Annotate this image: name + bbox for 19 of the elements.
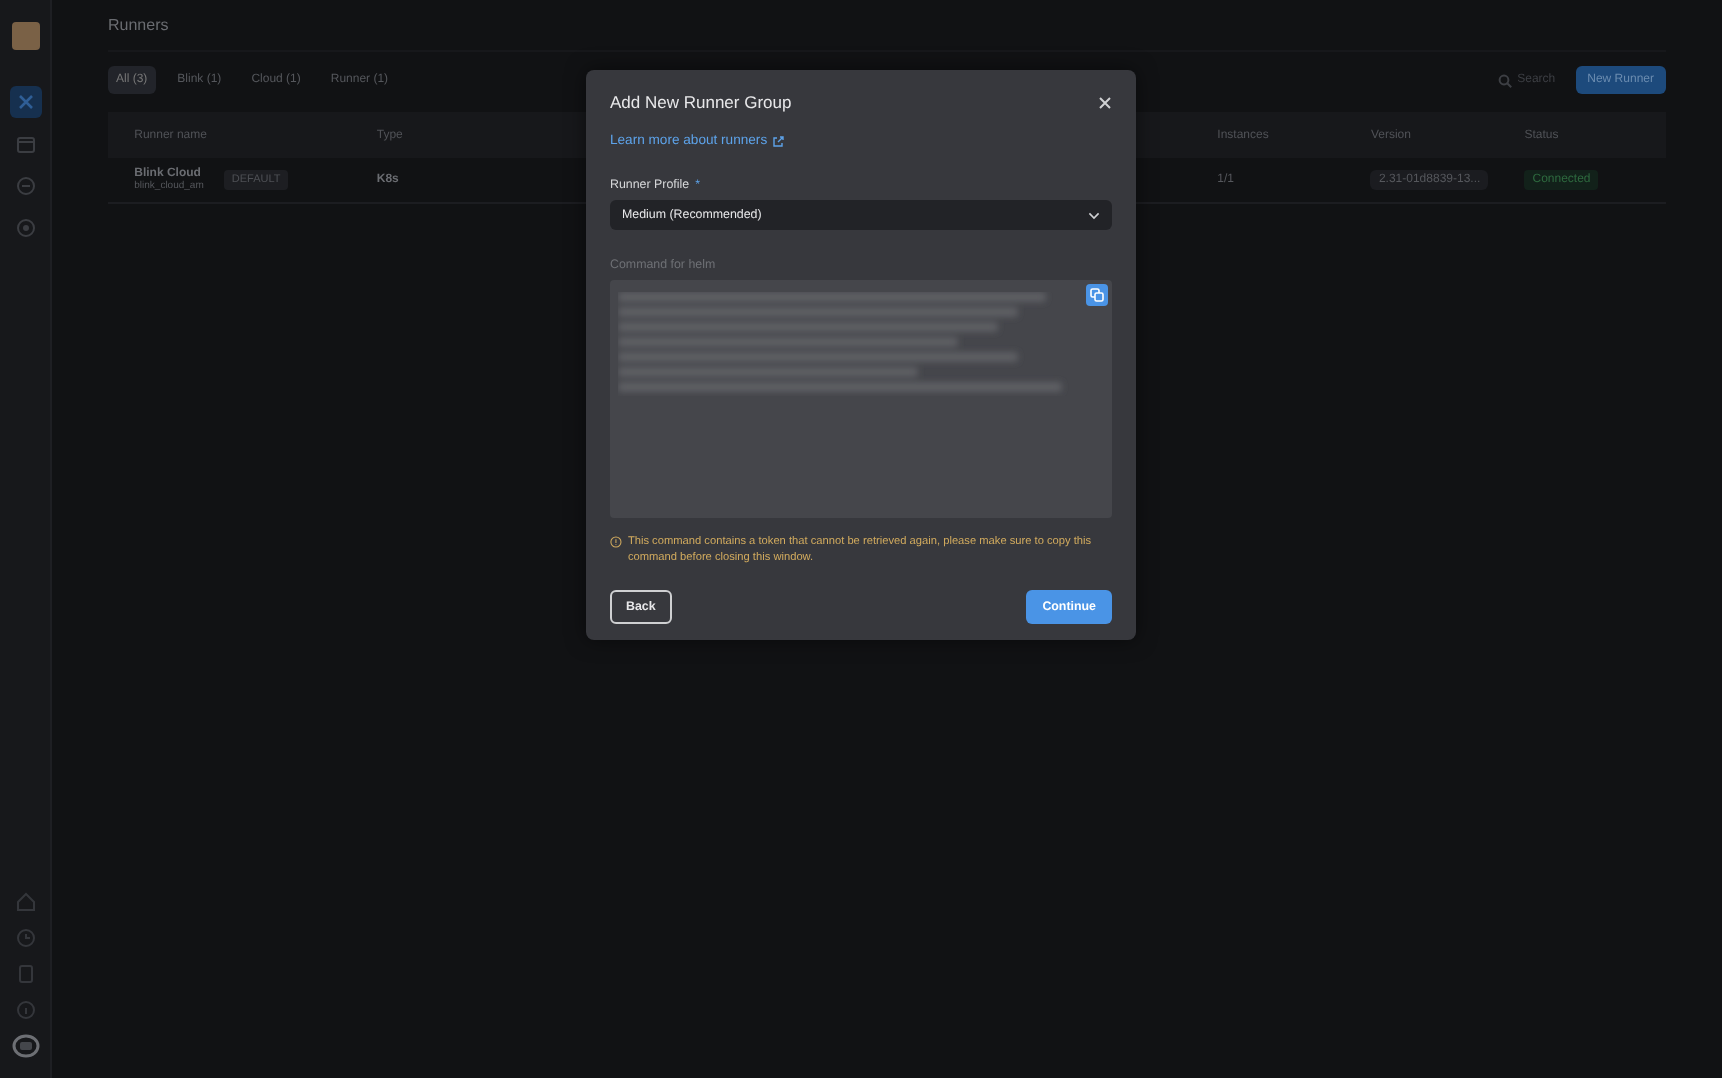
copy-icon bbox=[1090, 288, 1104, 302]
external-link-icon bbox=[771, 135, 784, 147]
search-icon bbox=[1497, 73, 1512, 87]
close-icon bbox=[1098, 95, 1112, 109]
avatar-icon[interactable] bbox=[11, 1034, 39, 1058]
chevron-down-icon bbox=[1088, 211, 1100, 219]
close-button[interactable] bbox=[1098, 95, 1112, 109]
nav-item[interactable] bbox=[9, 86, 41, 118]
cross-icon bbox=[13, 90, 37, 114]
copy-button[interactable] bbox=[1086, 284, 1108, 306]
home-icon[interactable] bbox=[13, 890, 37, 914]
document-icon[interactable] bbox=[13, 962, 37, 986]
clock-icon[interactable] bbox=[13, 926, 37, 950]
page-title: Runners bbox=[108, 16, 169, 34]
logo-icon[interactable] bbox=[11, 22, 39, 50]
calendar-icon bbox=[13, 132, 37, 156]
modal-title: Add New Runner Group bbox=[610, 92, 792, 112]
circle-icon bbox=[13, 174, 37, 198]
info-icon bbox=[610, 534, 622, 550]
